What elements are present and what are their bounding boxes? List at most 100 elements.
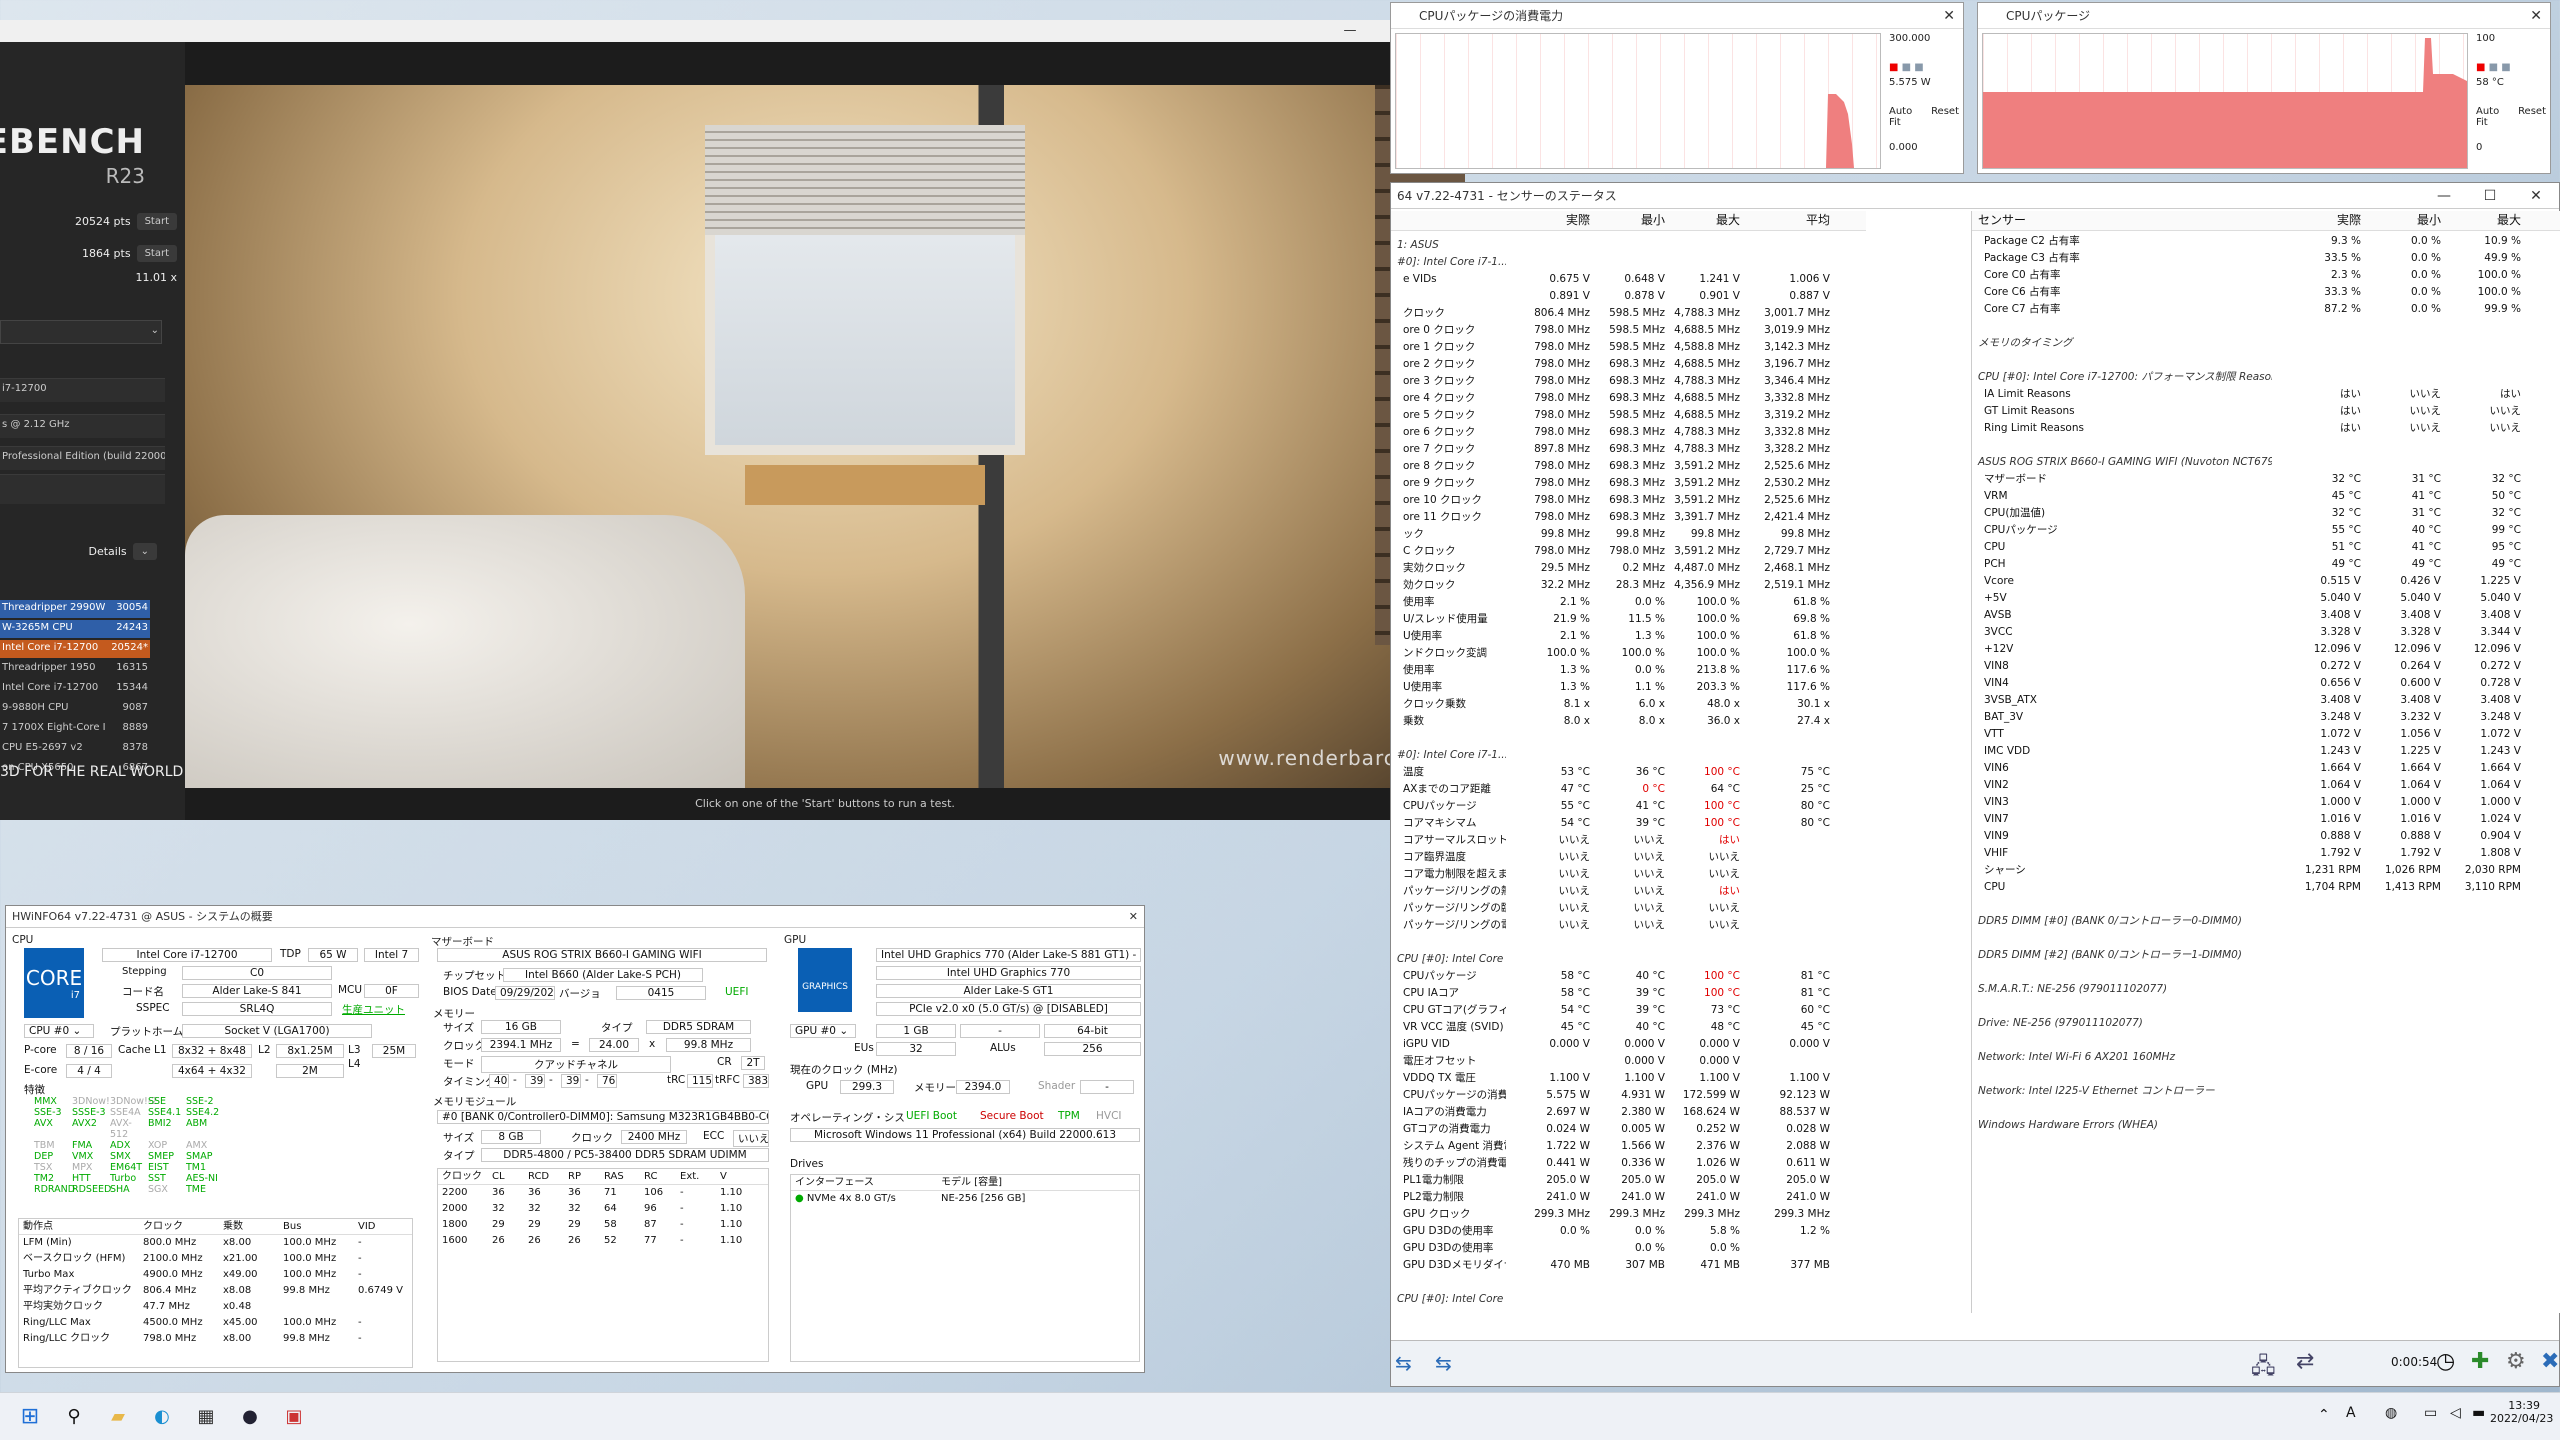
sensor-row[interactable]: クロック乗数 8.1 x 6.0 x 48.0 x 30.1 x: [1391, 696, 1866, 713]
sensor-group[interactable]: DDR5 DIMM [#0] (BANK 0/コントローラー0-DIMM0): [1972, 913, 2560, 930]
sensor-row[interactable]: CPUパッケージ 58 °C 40 °C 100 °C 81 °C: [1391, 968, 1866, 985]
sensor-row[interactable]: PCH 49 °C 49 °C 49 °C: [1972, 556, 2560, 573]
sensor-row[interactable]: マザーボード 32 °C 31 °C 32 °C: [1972, 471, 2560, 488]
record-icon[interactable]: ■ ■ ■: [1889, 62, 1959, 73]
header-min[interactable]: 最小: [1596, 211, 1671, 230]
sensor-row[interactable]: Package C3 占有率 33.5 % 0.0 % 49.9 %: [1972, 250, 2560, 267]
sensor-row[interactable]: パッケージ/リングの熱スロ... いいえ いいえ はい: [1391, 883, 1866, 900]
sensor-row[interactable]: CPU GTコア(グラフィックス) 54 °C 39 °C 73 °C 60 °C: [1391, 1002, 1866, 1019]
clock[interactable]: 13:39 2022/04/23: [2490, 1399, 2553, 1425]
sensor-row[interactable]: 使用率 1.3 % 0.0 % 213.8 % 117.6 %: [1391, 662, 1866, 679]
nav-forward-icon[interactable]: ⇆: [1435, 1351, 1452, 1375]
sensor-group[interactable]: CPU [#0]: Intel Core i7-1...: [1391, 951, 1866, 968]
sensor-row[interactable]: GPU クロック 299.3 MHz 299.3 MHz 299.3 MHz 299.3…: [1391, 1206, 1866, 1223]
sensor-row[interactable]: 温度 53 °C 36 °C 100 °C 75 °C: [1391, 764, 1866, 781]
ranking-item[interactable]: Threadripper 2990W 30054: [0, 600, 150, 618]
sensor-group[interactable]: DDR5 DIMM [#2] (BANK 0/コントローラー1-DIMM0): [1972, 947, 2560, 964]
table-header-cell[interactable]: クロック: [438, 1169, 488, 1184]
tray-chevron-icon[interactable]: ⌃: [2318, 1407, 2330, 1423]
reset-button[interactable]: Reset: [2518, 106, 2546, 128]
sensor-row[interactable]: Core C6 占有率 33.3 % 0.0 % 100.0 %: [1972, 284, 2560, 301]
production-unit-link[interactable]: 生産ユニット: [342, 1002, 405, 1017]
sensor-row[interactable]: ore 7 クロック 897.8 MHz 698.3 MHz 4,788.3 MHz 3…: [1391, 441, 1866, 458]
sensor-row[interactable]: パッケージ/リングの臨界温度 いいえ いいえ いいえ: [1391, 900, 1866, 917]
sensor-row[interactable]: PL2電力制限 241.0 W 241.0 W 241.0 W 241.0 W: [1391, 1189, 1866, 1206]
table-header-cell[interactable]: 動作点: [19, 1219, 139, 1234]
sensor-row[interactable]: [1391, 1274, 1866, 1291]
sensor-row[interactable]: IAコアの消費電力 2.697 W 2.380 W 168.624 W 88.537 W: [1391, 1104, 1866, 1121]
table-header-cell[interactable]: Ext.: [676, 1169, 716, 1184]
cpu-select[interactable]: CPU #0 ⌄: [24, 1024, 94, 1038]
sensor-row[interactable]: CPU 51 °C 41 °C 95 °C: [1972, 539, 2560, 556]
header-max[interactable]: 最大: [1671, 211, 1746, 230]
sensor-row[interactable]: IMC VDD 1.243 V 1.225 V 1.243 V: [1972, 743, 2560, 760]
sensor-row[interactable]: 0.891 V 0.878 V 0.901 V 0.887 V: [1391, 288, 1866, 305]
sensor-row[interactable]: CPU(加温値) 32 °C 31 °C 32 °C: [1972, 505, 2560, 522]
sensor-row[interactable]: GTコアの消費電力 0.024 W 0.005 W 0.252 W 0.028 W: [1391, 1121, 1866, 1138]
table-header-cell[interactable]: クロック: [139, 1219, 219, 1234]
sensor-group[interactable]: Drive: NE-256 (979011102077): [1972, 1015, 2560, 1032]
table-header-cell[interactable]: RC: [640, 1169, 676, 1184]
sensor-row[interactable]: BAT_3V 3.248 V 3.232 V 3.248 V: [1972, 709, 2560, 726]
sensor-row[interactable]: VDDQ TX 電圧 1.100 V 1.100 V 1.100 V 1.100 V: [1391, 1070, 1866, 1087]
maximize-button[interactable]: ☐: [2467, 183, 2513, 209]
network-icon[interactable]: 🖧: [2251, 1349, 2276, 1387]
sensor-group[interactable]: CPU [#0]: Intel Core i7-1...: [1391, 1291, 1866, 1308]
ime-indicator[interactable]: A: [2346, 1405, 2356, 1421]
header-min[interactable]: 最小: [2367, 211, 2447, 230]
single-core-start-button[interactable]: Start: [136, 244, 177, 262]
memory-module-select[interactable]: #0 [BANK 0/Controller0-DIMM0]: Samsung M…: [437, 1110, 769, 1124]
sensor-row[interactable]: 乗数 8.0 x 8.0 x 36.0 x 27.4 x: [1391, 713, 1866, 730]
sensor-row[interactable]: +12V 12.096 V 12.096 V 12.096 V: [1972, 641, 2560, 658]
sensor-row[interactable]: VRM 45 °C 41 °C 50 °C: [1972, 488, 2560, 505]
edge-icon[interactable]: ◐: [148, 1403, 176, 1431]
minimize-button[interactable]: —: [2421, 183, 2467, 209]
sensor-row[interactable]: [1972, 318, 2560, 335]
sensor-row[interactable]: [1972, 930, 2560, 947]
table-header-cell[interactable]: RP: [564, 1169, 600, 1184]
sensor-row[interactable]: U/スレッド使用量 21.9 % 11.5 % 100.0 % 69.8 %: [1391, 611, 1866, 628]
table-header-cell[interactable]: V: [716, 1169, 756, 1184]
sensor-row[interactable]: CPUパッケージ 55 °C 40 °C 99 °C: [1972, 522, 2560, 539]
store-icon[interactable]: ▦: [192, 1403, 220, 1431]
sensor-row[interactable]: コアマキシマム 54 °C 39 °C 100 °C 80 °C: [1391, 815, 1866, 832]
multi-core-start-button[interactable]: Start: [136, 212, 177, 230]
sensor-row[interactable]: VIN4 0.656 V 0.600 V 0.728 V: [1972, 675, 2560, 692]
sensor-row[interactable]: GPU D3Dメモリダイナミック 470 MB 307 MB 471 MB 377 MB: [1391, 1257, 1866, 1274]
add-icon[interactable]: ✚: [2471, 1349, 2489, 1374]
sensor-row[interactable]: [1972, 1066, 2560, 1083]
sensor-group[interactable]: S.M.A.R.T.: NE-256 (979011102077): [1972, 981, 2560, 998]
sensor-row[interactable]: 3VCC 3.328 V 3.328 V 3.344 V: [1972, 624, 2560, 641]
sensor-row[interactable]: [1972, 896, 2560, 913]
sensor-row[interactable]: ore 8 クロック 798.0 MHz 698.3 MHz 3,591.2 MHz 2…: [1391, 458, 1866, 475]
start-windows-icon[interactable]: ⊞: [16, 1403, 44, 1431]
sensor-row[interactable]: 効クロック 32.2 MHz 28.3 MHz 4,356.9 MHz 2,519.1 …: [1391, 577, 1866, 594]
battery-icon[interactable]: ▬: [2472, 1405, 2485, 1421]
ranking-item[interactable]: 9-9880H CPU 9087: [0, 700, 150, 718]
drive-row[interactable]: ● NVMe 4x 8.0 GT/s NE-256 [256 GB]: [791, 1191, 1139, 1207]
sensor-row[interactable]: Package C2 占有率 9.3 % 0.0 % 10.9 %: [1972, 233, 2560, 250]
hwinfo-taskbar-icon[interactable]: ▣: [280, 1403, 308, 1431]
header-current[interactable]: 実際: [2272, 211, 2367, 230]
sensor-row[interactable]: U使用率 2.1 % 1.3 % 100.0 % 61.8 %: [1391, 628, 1866, 645]
table-header-cell[interactable]: CL: [488, 1169, 524, 1184]
header-max[interactable]: 最大: [2447, 211, 2527, 230]
sensor-row[interactable]: CPU 1,704 RPM 1,413 RPM 3,110 RPM: [1972, 879, 2560, 896]
sensor-row[interactable]: GPU D3Dの使用率 0.0 % 0.0 %: [1391, 1240, 1866, 1257]
test-duration-select[interactable]: ⌄: [0, 320, 162, 344]
clock-icon[interactable]: ◷: [2436, 1349, 2455, 1374]
sensor-row[interactable]: Ring Limit Reasons はい いいえ いいえ: [1972, 420, 2560, 437]
sensor-row[interactable]: [1972, 998, 2560, 1015]
sensor-row[interactable]: [1972, 1032, 2560, 1049]
sensor-row[interactable]: ore 5 クロック 798.0 MHz 598.5 MHz 4,688.5 MHz 3…: [1391, 407, 1866, 424]
sensor-row[interactable]: シャーシ 1,231 RPM 1,026 RPM 2,030 RPM: [1972, 862, 2560, 879]
sensor-row[interactable]: ore 6 クロック 798.0 MHz 698.3 MHz 4,788.3 MHz 3…: [1391, 424, 1866, 441]
sensor-row[interactable]: VIN3 1.000 V 1.000 V 1.000 V: [1972, 794, 2560, 811]
sensor-row[interactable]: +5V 5.040 V 5.040 V 5.040 V: [1972, 590, 2560, 607]
minimize-button[interactable]: —: [1327, 20, 1373, 42]
sensor-row[interactable]: 3VSB_ATX 3.408 V 3.408 V 3.408 V: [1972, 692, 2560, 709]
sensor-row[interactable]: コア臨界温度 いいえ いいえ いいえ: [1391, 849, 1866, 866]
table-header-cell[interactable]: Bus: [279, 1219, 354, 1234]
sensor-row[interactable]: ore 1 クロック 798.0 MHz 598.5 MHz 4,588.8 MHz 3…: [1391, 339, 1866, 356]
table-header-cell[interactable]: RCD: [524, 1169, 564, 1184]
